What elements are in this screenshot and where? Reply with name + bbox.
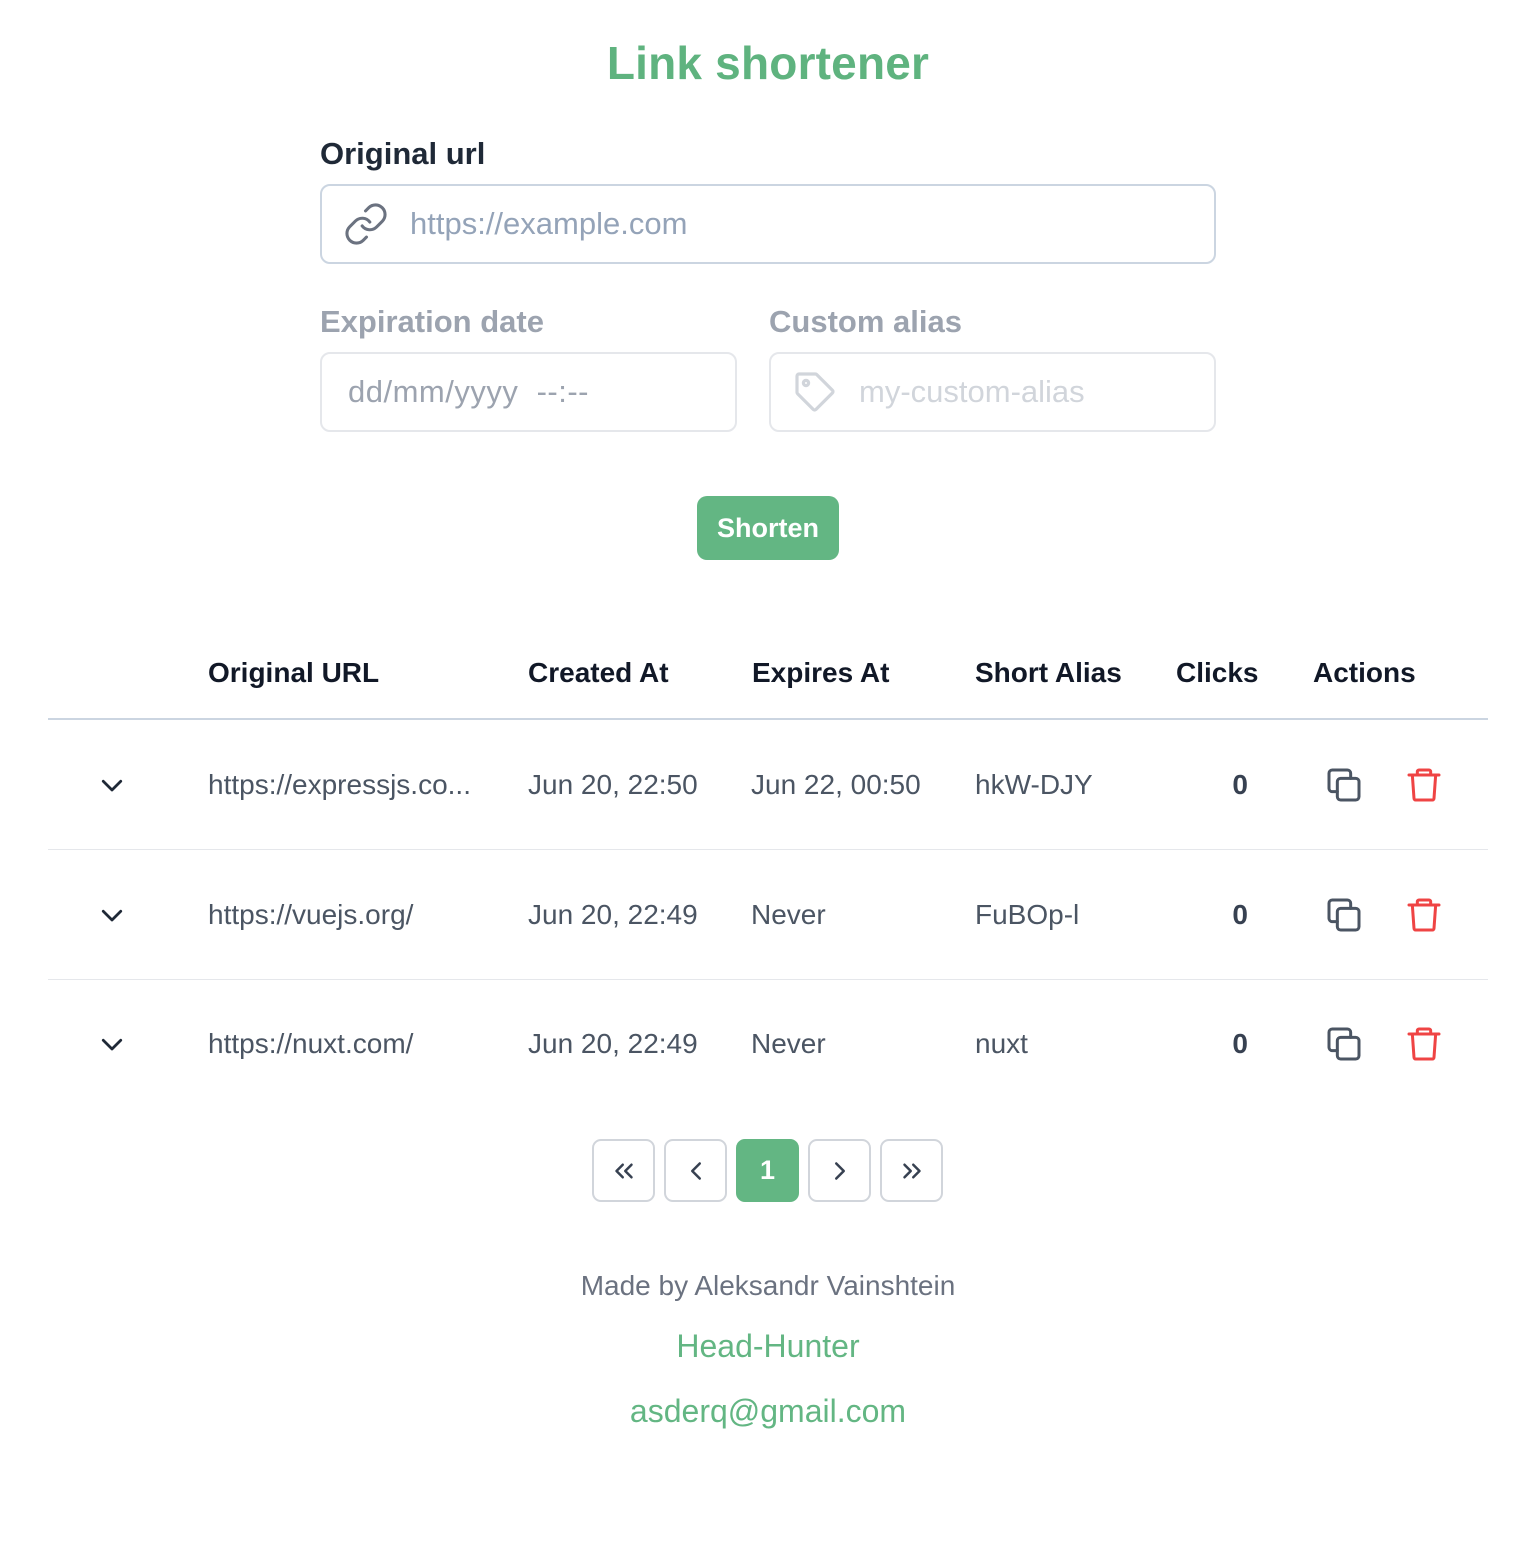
shorten-button[interactable]: Shorten	[697, 496, 839, 560]
page-button-current[interactable]: 1	[736, 1139, 799, 1202]
expiration-date-placeholder: dd/mm/yyyy --:--	[348, 374, 589, 409]
cell-created-at: Jun 20, 22:49	[528, 898, 698, 930]
custom-alias-field[interactable]	[769, 352, 1216, 432]
original-url-input[interactable]	[410, 206, 1214, 242]
chevron-down-icon[interactable]	[94, 1026, 130, 1062]
chevron-right-icon	[834, 1161, 845, 1180]
column-header-original-url[interactable]: Original URL	[208, 657, 379, 689]
cell-expires-at: Never	[751, 898, 826, 930]
copy-icon[interactable]	[1324, 895, 1364, 935]
copy-icon[interactable]	[1324, 1024, 1364, 1064]
last-page-button[interactable]	[880, 1139, 943, 1202]
cell-original-url[interactable]: https://expressjs.co...	[208, 769, 471, 801]
cell-created-at: Jun 20, 22:50	[528, 768, 698, 800]
trash-icon[interactable]	[1404, 895, 1444, 935]
chevrons-left-icon	[614, 1163, 633, 1178]
next-page-button[interactable]	[808, 1139, 871, 1202]
page-title: Link shortener	[606, 37, 930, 89]
cell-short-alias[interactable]: nuxt	[975, 1028, 1028, 1060]
cell-clicks: 0	[1232, 898, 1248, 930]
column-header-clicks[interactable]: Clicks	[1176, 657, 1259, 689]
cell-created-at: Jun 20, 22:49	[528, 1028, 698, 1059]
tag-icon	[771, 368, 859, 416]
cell-expires-at: Never	[751, 1028, 826, 1059]
custom-alias-input[interactable]	[859, 374, 1214, 410]
table-row: https://nuxt.com/ Jun 20, 22:49 Never nu…	[48, 979, 1488, 1109]
table-row: https://expressjs.co... Jun 20, 22:50 Ju…	[48, 720, 1488, 850]
cell-short-alias[interactable]: hkW-DJY	[975, 769, 1093, 801]
chevron-down-icon[interactable]	[94, 897, 130, 933]
trash-icon[interactable]	[1404, 1024, 1444, 1064]
table-row: https://vuejs.org/ Jun 20, 22:49 Never F…	[48, 850, 1488, 980]
cell-short-alias[interactable]: FuBOp-l	[975, 899, 1079, 931]
custom-alias-label: Custom alias	[769, 304, 962, 339]
column-header-short-alias[interactable]: Short Alias	[975, 657, 1122, 689]
column-header-expires-at[interactable]: Expires At	[752, 657, 889, 689]
chevrons-right-icon	[902, 1163, 921, 1178]
prev-page-button[interactable]	[664, 1139, 727, 1202]
cell-clicks: 0	[1232, 1028, 1248, 1059]
footer-link-email[interactable]: asderq@gmail.com	[0, 1393, 1536, 1430]
column-header-created-at[interactable]: Created At	[528, 657, 669, 689]
cell-clicks: 0	[1232, 768, 1248, 800]
column-header-actions: Actions	[1313, 657, 1416, 688]
page: Link shortener Original url Expiration d…	[0, 0, 1536, 1544]
trash-icon[interactable]	[1404, 765, 1444, 805]
table-header: Original URL Created At Expires At Short…	[48, 640, 1488, 720]
footer-link-head-hunter[interactable]: Head-Hunter	[0, 1328, 1536, 1365]
original-url-label: Original url	[320, 136, 486, 171]
first-page-button[interactable]	[592, 1139, 655, 1202]
cell-original-url[interactable]: https://vuejs.org/	[208, 899, 413, 931]
cell-expires-at: Jun 22, 00:50	[751, 768, 921, 800]
link-icon	[322, 201, 410, 247]
expiration-date-field[interactable]: dd/mm/yyyy --:--	[320, 352, 737, 432]
expiration-date-label: Expiration date	[320, 304, 544, 339]
footer-credit: Made by Aleksandr Vainshtein	[580, 1270, 956, 1301]
copy-icon[interactable]	[1324, 765, 1364, 805]
original-url-field[interactable]	[320, 184, 1216, 264]
pagination: 1	[592, 1139, 943, 1202]
chevron-down-icon[interactable]	[94, 767, 130, 803]
cell-original-url[interactable]: https://nuxt.com/	[208, 1028, 413, 1060]
chevron-left-icon	[690, 1161, 701, 1180]
